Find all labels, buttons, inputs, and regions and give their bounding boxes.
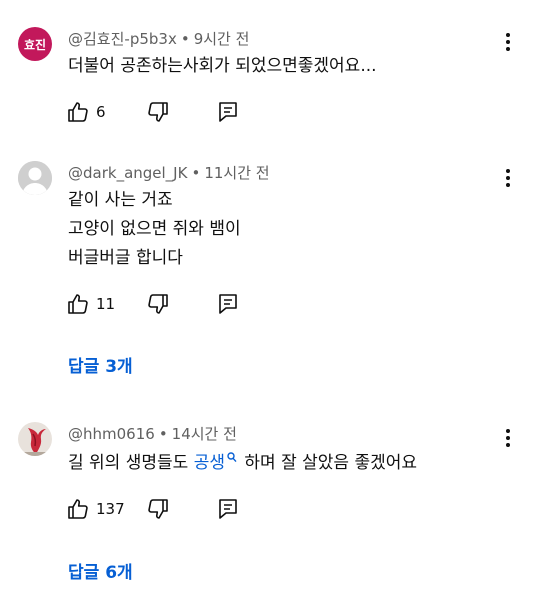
comment-meta: @dark_angel_JK • 11시간 전 xyxy=(68,162,270,183)
comment-time[interactable]: 14시간 전 xyxy=(172,425,237,443)
dislike-button[interactable] xyxy=(146,496,170,522)
thumbs-up-icon xyxy=(68,294,88,314)
comment-author[interactable]: @hhm0616 xyxy=(68,425,155,443)
dislike-button[interactable] xyxy=(146,291,170,317)
thumbs-down-icon xyxy=(148,102,168,122)
thumbs-up-icon xyxy=(68,499,88,519)
comment-actions: 6 xyxy=(66,99,266,125)
reply-icon xyxy=(219,294,237,314)
comment-text-line-1: 같이 사는 거죠 xyxy=(68,190,173,210)
comment-meta: @김효진-p5b3x • 9시간 전 xyxy=(68,28,249,49)
like-button[interactable]: 11 xyxy=(66,291,115,317)
more-vert-icon xyxy=(506,33,510,51)
like-count: 137 xyxy=(96,500,125,518)
view-replies-button[interactable]: 답글 3개 xyxy=(68,352,133,377)
comment-text: 길 위의 생명들도 공생 하며 잘 살았음 좋겠어요 xyxy=(68,452,417,474)
reply-button[interactable] xyxy=(216,99,240,125)
more-options-button[interactable] xyxy=(498,30,518,54)
comment-text: 더불어 공존하는사회가 되었으면좋겠어요... xyxy=(68,56,377,76)
search-link-text: 공생 xyxy=(193,453,225,473)
avatar[interactable] xyxy=(18,161,52,195)
comment-meta: @hhm0616 • 14시간 전 xyxy=(68,423,237,444)
avatar[interactable]: 효진 xyxy=(18,27,52,61)
avatar-initials: 효진 xyxy=(23,37,47,52)
comment-actions: 137 xyxy=(66,496,266,522)
comment-text-line-2: 고양이 없으면 쥐와 뱀이 xyxy=(68,219,241,239)
thumbs-down-icon xyxy=(148,294,168,314)
comment-time[interactable]: 11시간 전 xyxy=(204,164,269,182)
reply-button[interactable] xyxy=(216,291,240,317)
comment-text-line-3: 버글버글 합니다 xyxy=(68,248,183,268)
comment-text-before: 길 위의 생명들도 xyxy=(68,453,194,473)
more-vert-icon xyxy=(506,169,510,187)
view-replies-button[interactable]: 답글 6개 xyxy=(68,558,133,583)
dislike-button[interactable] xyxy=(146,99,170,125)
user-photo-icon xyxy=(18,422,52,456)
search-link[interactable]: 공생 xyxy=(193,452,239,473)
reply-button[interactable] xyxy=(216,496,240,522)
comment-author[interactable]: @dark_angel_JK xyxy=(68,164,187,182)
thumbs-down-icon xyxy=(148,499,168,519)
avatar[interactable] xyxy=(18,422,52,456)
like-button[interactable]: 137 xyxy=(66,496,125,522)
more-options-button[interactable] xyxy=(498,426,518,450)
comment-actions: 11 xyxy=(66,291,266,317)
default-avatar-icon xyxy=(18,161,52,195)
more-vert-icon xyxy=(506,429,510,447)
separator-dot: • xyxy=(180,30,190,48)
more-options-button[interactable] xyxy=(498,166,518,190)
separator-dot: • xyxy=(158,425,168,443)
comment-time[interactable]: 9시간 전 xyxy=(194,30,250,48)
separator-dot: • xyxy=(191,164,201,182)
comment-author[interactable]: @김효진-p5b3x xyxy=(68,30,177,48)
comment-text-after: 하며 잘 살았음 좋겠어요 xyxy=(238,453,417,473)
search-icon xyxy=(227,452,237,463)
reply-icon xyxy=(219,102,237,122)
like-count: 11 xyxy=(96,295,116,313)
thumbs-up-icon xyxy=(68,102,88,122)
reply-icon xyxy=(219,499,237,519)
like-button[interactable]: 6 xyxy=(66,99,106,125)
like-count: 6 xyxy=(96,103,106,121)
